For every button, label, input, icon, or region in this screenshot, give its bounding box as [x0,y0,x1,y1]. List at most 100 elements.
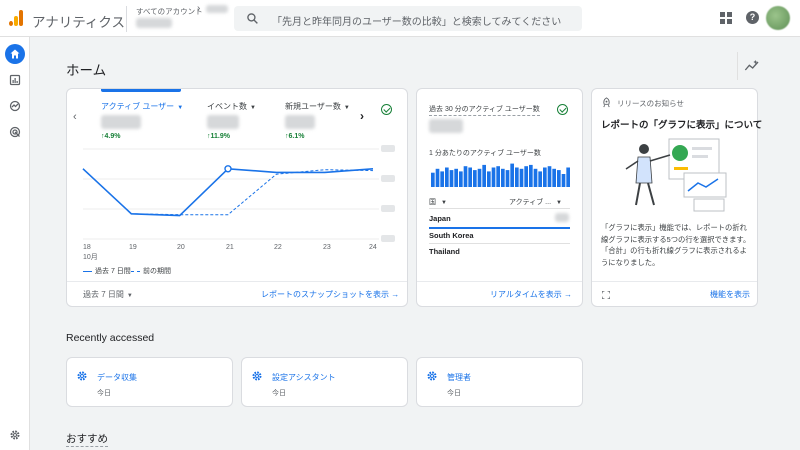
column-country[interactable]: 国 ▼ [429,197,447,207]
insights-icon[interactable] [744,59,760,73]
minute-bar [529,164,533,187]
row-value-redacted [555,213,569,222]
minute-bar [463,166,468,187]
gear-icon [77,371,87,381]
minute-bar [431,172,435,187]
minute-bar [435,168,440,187]
column-label: アクティブ ... [509,199,552,206]
minute-bar [468,167,472,187]
minute-bar [454,168,458,187]
line-chart [82,145,395,242]
caret-down-icon: ▼ [440,200,447,206]
account-name-redacted [206,5,228,13]
minute-bar [524,166,528,187]
column-label: 国 [429,199,436,206]
nav-reports-button[interactable] [5,70,25,90]
minute-bar [519,168,524,187]
minute-bar [538,171,542,187]
table-row: Japan [429,214,451,223]
minute-bar [552,168,556,187]
nav-explore-button[interactable] [5,96,25,116]
app-title[interactable]: アナリティクス [32,11,125,31]
property-name-redacted[interactable] [136,18,172,28]
analytics-logo-icon[interactable] [9,10,23,26]
page-title: ホーム [66,63,107,78]
table-row: South Korea [429,231,474,240]
illustration [625,138,727,212]
divider [429,243,570,244]
minute-bar [445,167,449,187]
nav-home-button[interactable] [5,44,25,64]
minute-bar [561,174,566,187]
date-range-label: 過去 7 日間 [83,290,124,299]
legend-swatch [131,270,140,272]
news-body: 「グラフに表示」機能では、レポートの折れ線グラフに表示する5つの行を選択できます… [601,223,751,267]
x-month-label: 10月 [83,254,98,261]
x-tick-label: 18 [83,244,91,251]
minute-bar [557,170,561,187]
divider [592,281,757,282]
y-tick-label-redacted [381,145,395,152]
per-minute-bar-chart [431,163,570,187]
y-tick-label-redacted [381,205,395,212]
minute-bar [543,167,547,187]
nav-advertising-button[interactable] [5,122,25,142]
caret-down-icon: ▼ [126,293,133,299]
minute-bar [449,170,454,187]
apps-grid-icon[interactable] [720,12,732,24]
explore-icon [9,100,21,112]
account-selector-label[interactable]: すべてのアカウント [136,6,203,17]
x-tick-label: 24 [369,244,377,251]
recent-item-title: 管理者 [447,373,471,382]
recent-item-sub: 今日 [272,390,286,397]
snapshot-link[interactable]: レポートのスナップショットを表示 → [261,289,399,300]
gear-icon [252,371,262,381]
realtime-value-redacted [429,119,463,133]
recent-item-data-collection[interactable]: データ収集 今日 [66,357,233,407]
realtime-link-label: リアルタイムを表示 [490,290,562,299]
avatar[interactable] [766,6,790,30]
search-icon [247,13,258,24]
column-active-users[interactable]: アクティブ ... ▼ [509,197,562,207]
expand-icon[interactable] [602,291,610,299]
help-icon[interactable]: ? [746,11,759,24]
gear-icon [10,430,20,440]
realtime-link[interactable]: リアルタイムを表示 → [490,289,572,300]
x-tick-label: 21 [226,244,234,251]
scrollbar[interactable] [795,37,800,450]
minute-bar [459,171,463,187]
x-tick-label: 23 [323,244,331,251]
search-bar[interactable]: 「先月と昨年同月のユーザー数の比較」と検索してみてください [234,6,582,31]
minute-bar [510,163,514,187]
legend-label: 前の期間 [143,268,171,275]
legend-swatch [83,270,92,272]
divider [737,52,738,80]
recommended-title: おすすめ [66,433,108,447]
overview-card: ‹ アクティブ ユーザー ▼ イベント数 ▼ 新規ユーザー数 ▼ ↑4.9% ↑11.… [66,88,408,307]
minute-bar [440,171,444,187]
gear-icon [427,371,437,381]
nav-admin-button[interactable] [5,425,25,445]
recently-accessed-title: Recently accessed [66,332,155,344]
minute-bar [482,164,486,187]
rocket-icon [603,97,610,108]
check-circle-icon [557,104,568,115]
realtime-title: 過去 30 分のアクティブ ユーザー数 [429,104,540,116]
recent-item-setup-assistant[interactable]: 設定アシスタント 今日 [241,357,408,407]
date-range-select[interactable]: 過去 7 日間 ▼ [83,289,133,300]
minute-bar [473,170,477,187]
news-label: リリースのお知らせ [617,99,684,108]
chevron-right-icon: › [197,3,201,14]
data-point-marker[interactable] [224,165,232,173]
caret-down-icon: ▼ [555,200,562,206]
release-notes-card: リリースのお知らせ レポートの「グラフに表示」について 「グラフに表示」機能では… [591,88,762,307]
recent-item-sub: 今日 [97,390,111,397]
minute-bar [477,168,482,187]
per-minute-label: 1 分あたりのアクティブ ユーザー数 [429,150,541,157]
divider [417,281,582,282]
search-placeholder: 「先月と昨年同月のユーザー数の比較」と検索してみてください [272,17,562,28]
recent-item-admin[interactable]: 管理者 今日 [416,357,583,407]
view-feature-link[interactable]: 機能を表示 [710,289,750,300]
series-line-previous [82,168,374,216]
home-icon [10,49,20,59]
